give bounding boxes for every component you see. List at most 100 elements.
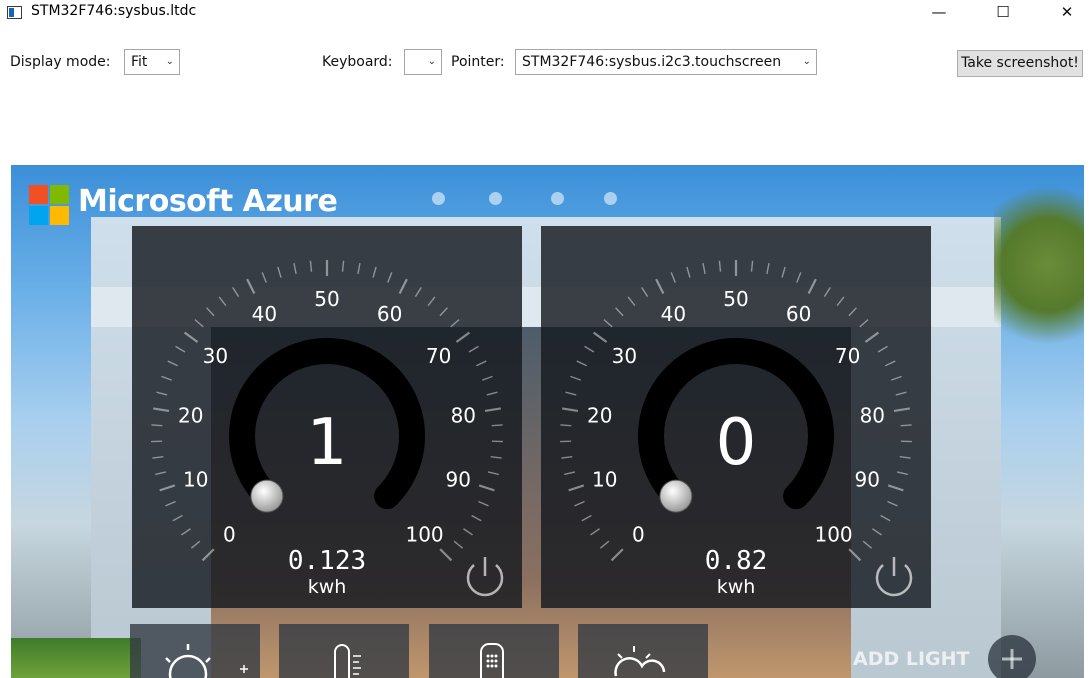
chevron-down-icon: ⌄ <box>427 56 436 67</box>
gauge-tick-label: 90 <box>446 468 471 492</box>
gauge-tick <box>455 331 471 343</box>
gauge-tick <box>561 455 573 459</box>
gauge-panel-1: 0 10 20 30 40 50 60 70 80 90 100 1 0.123 kwh <box>132 226 522 608</box>
power-icon[interactable] <box>868 548 920 600</box>
gauge-tick <box>439 307 448 317</box>
page-dot[interactable] <box>489 192 502 205</box>
gauge-tick <box>309 260 313 272</box>
gauge-tick <box>574 500 585 507</box>
remote-tile[interactable] <box>429 624 559 678</box>
gauge-tick <box>491 424 503 427</box>
gauge-tick <box>357 262 361 275</box>
pointer-label: Pointer: <box>451 54 505 70</box>
maximize-button[interactable]: ☐ <box>980 0 1026 26</box>
gauge-tick-label: 0 <box>223 523 236 547</box>
toolbar: Display mode: Fit ⌄ Keyboard: ⌄ Pointer:… <box>0 46 1090 82</box>
gauge-tick <box>560 424 572 427</box>
plus-icon <box>1002 649 1022 669</box>
power-icon[interactable] <box>459 548 511 600</box>
title-bar: STM32F746:sysbus.ltdc — ☐ ✕ <box>0 0 1090 26</box>
gauge-tick <box>471 514 482 522</box>
gauge-tick <box>161 375 172 381</box>
gauge-tick <box>576 360 588 367</box>
gauge-tick <box>750 260 754 272</box>
gauge-tick <box>615 307 624 317</box>
gauge-tick <box>880 514 891 522</box>
gauge-tick <box>478 500 489 507</box>
gauge-tick <box>896 471 908 476</box>
gauge-tick <box>581 514 592 522</box>
gauge-tick <box>277 266 282 278</box>
energy-reading: 0.123 <box>287 546 367 576</box>
gauge-tick <box>568 484 585 492</box>
gauge-tick <box>167 360 179 367</box>
chevron-down-icon: ⌄ <box>165 56 174 67</box>
gauge-tick <box>152 407 170 413</box>
temperature-tile[interactable] <box>279 624 409 678</box>
gauge-tick <box>564 471 576 476</box>
gauge-tick-label: 80 <box>451 403 476 427</box>
gauge-tick-label: 70 <box>426 344 451 368</box>
page-dot[interactable] <box>432 192 445 205</box>
add-light-button[interactable] <box>988 635 1036 678</box>
gauge-tick-label: 30 <box>612 344 637 368</box>
page-dot[interactable] <box>604 192 617 205</box>
gauge-tick <box>796 272 802 283</box>
energy-reading: 0.82 <box>704 546 768 576</box>
gauge-tick <box>482 375 493 381</box>
gauge-tick <box>836 296 845 307</box>
gauge-tick <box>864 331 880 343</box>
gauge-tick <box>848 307 857 317</box>
gauge-tick <box>702 262 706 275</box>
pointer-select[interactable]: STM32F746:sysbus.i2c3.touchscreen ⌄ <box>515 49 817 75</box>
gauge-tick <box>206 307 215 317</box>
gauge-tick <box>900 424 912 427</box>
gauge-tick <box>439 548 453 562</box>
display-mode-value: Fit <box>131 54 148 70</box>
minimize-button[interactable]: — <box>916 0 962 26</box>
weather-tile[interactable] <box>578 624 708 678</box>
gauge-tick-label: 100 <box>405 523 443 547</box>
gauge-tick <box>641 287 649 298</box>
gauge-tick-label: 70 <box>835 344 860 368</box>
gauge-tick-label: 20 <box>178 403 203 427</box>
gauge-tick <box>718 260 722 272</box>
gauge-tick <box>450 319 460 328</box>
gauge-tick-label: 60 <box>786 302 811 326</box>
pointer-value: STM32F746:sysbus.i2c3.touchscreen <box>522 54 782 70</box>
gauge-tick <box>486 391 498 396</box>
gauge-tick-label: 100 <box>814 523 852 547</box>
gauge-tick-label: 50 <box>723 287 748 311</box>
gauge-tick <box>766 262 770 275</box>
brand-title: Microsoft Azure <box>78 184 338 219</box>
take-screenshot-button[interactable]: Take screenshot! <box>957 50 1083 77</box>
gauge-tick <box>570 375 581 381</box>
gauge-knob <box>659 479 693 513</box>
gauge-tick <box>565 391 577 396</box>
gauge-tick <box>599 540 610 549</box>
gauge-tick <box>655 278 665 294</box>
close-button[interactable]: ✕ <box>1044 0 1090 26</box>
display-mode-select[interactable]: Fit ⌄ <box>124 49 180 75</box>
energy-unit: kwh <box>716 576 756 598</box>
gauge-tick-label: 10 <box>592 468 617 492</box>
gauge-tick <box>218 296 227 307</box>
remote-icon <box>480 643 504 678</box>
gauge-tick <box>246 278 256 294</box>
gauge-tick <box>372 266 377 278</box>
app-icon <box>7 6 22 19</box>
keyboard-select[interactable]: ⌄ <box>404 49 442 75</box>
microsoft-logo-icon <box>29 185 70 226</box>
window-title: STM32F746:sysbus.ltdc <box>31 3 197 19</box>
page-dot[interactable] <box>551 192 564 205</box>
gauge-tick-label: 40 <box>252 302 277 326</box>
device-display[interactable]: Microsoft Azure 0 10 20 30 40 50 60 70 80 90 100 1… <box>11 165 1084 678</box>
keyboard-label: Keyboard: <box>322 54 393 70</box>
gauge-tick <box>194 319 204 328</box>
gauge-tick-label: 30 <box>203 344 228 368</box>
gauge-tick <box>884 360 896 367</box>
gauge-tick <box>848 548 862 562</box>
light-tile[interactable] <box>130 624 260 678</box>
gauge-tick <box>414 287 422 298</box>
light-bulb-icon <box>165 644 248 678</box>
